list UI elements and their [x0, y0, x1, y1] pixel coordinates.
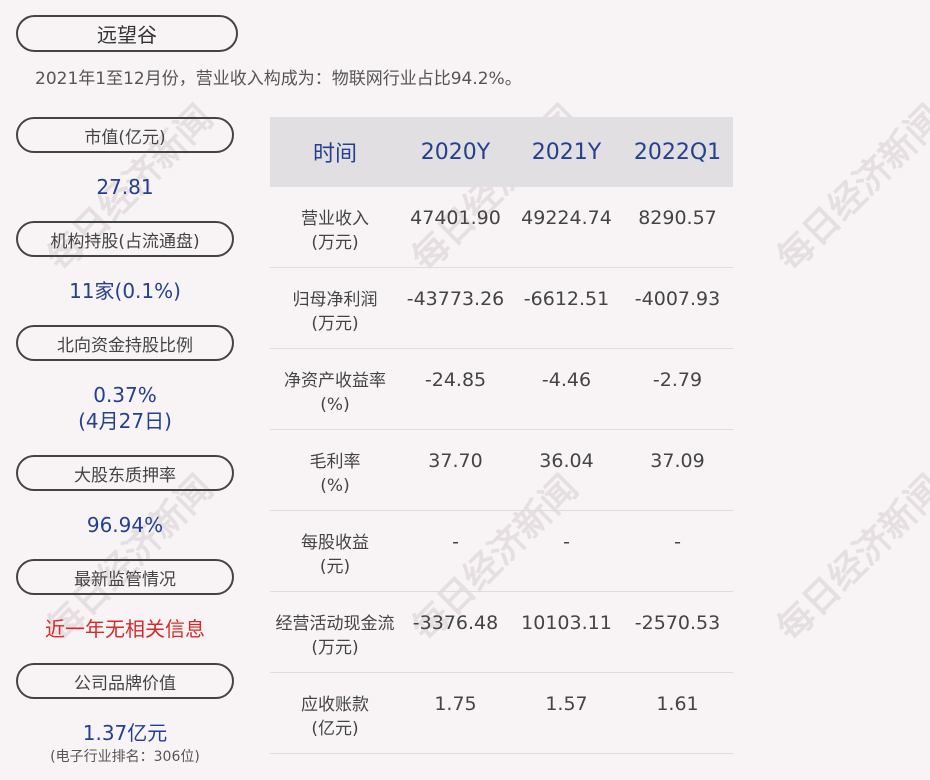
table-row: 每股收益 (元) - - - — [270, 511, 733, 592]
market-cap-value: 27.81 — [96, 175, 154, 199]
cell-value: - — [563, 531, 570, 553]
brand-label: 公司品牌价值 — [16, 663, 234, 699]
cell-value: 8290.57 — [638, 207, 717, 229]
row-label: 营业收入 (万元) — [301, 209, 369, 253]
brand-value: 1.37亿元 — [82, 721, 168, 745]
northbound-value: 0.37% — [93, 383, 157, 407]
cell-value: -6612.51 — [523, 288, 610, 310]
cell-value: 36.04 — [539, 450, 594, 472]
pledge-value: 96.94% — [86, 513, 164, 537]
cell-value: 1.75 — [434, 693, 477, 715]
cell-value: -4007.93 — [634, 288, 721, 310]
row-label: 每股收益 (元) — [301, 533, 369, 577]
institution-value: 11家(0.1%) — [69, 279, 181, 303]
header-2020: 2020Y — [420, 139, 491, 165]
table-row: 归母净利润 (万元) -43773.26 -6612.51 -4007.93 — [270, 268, 733, 349]
regulation-value: 近一年无相关信息 — [45, 617, 205, 641]
cell-value: 10103.11 — [521, 612, 612, 634]
row-label: 应收账款 (亿元) — [301, 695, 369, 739]
cell-value: 37.70 — [428, 450, 483, 472]
company-name: 远望谷 — [16, 15, 238, 52]
table-row: 营业收入 (万元) 47401.90 49224.74 8290.57 — [270, 187, 733, 268]
financial-table: 时间 2020Y 2021Y 2022Q1 营业收入 (万元) 47401.90 … — [270, 117, 733, 754]
table-row: 净资产收益率 (%) -24.85 -4.46 -2.79 — [270, 349, 733, 430]
brand-rank-note: (电子行业排名：306位) — [50, 749, 200, 765]
market-cap-label: 市值(亿元) — [16, 117, 234, 153]
header-time: 时间 — [312, 142, 357, 167]
table-row: 应收账款 (亿元) 1.75 1.57 1.61 — [270, 673, 733, 754]
cell-value: 47401.90 — [410, 207, 501, 229]
watermark: 每日经济新闻 — [769, 467, 930, 650]
cell-value: -24.85 — [424, 369, 487, 391]
cell-value: -4.46 — [541, 369, 592, 391]
cell-value: - — [674, 531, 681, 553]
northbound-label: 北向资金持股比例 — [16, 325, 234, 361]
cell-value: - — [452, 531, 459, 553]
cell-value: 1.61 — [656, 693, 699, 715]
table-header: 时间 2020Y 2021Y 2022Q1 — [270, 117, 733, 187]
row-label: 净资产收益率 (%) — [284, 371, 386, 415]
cell-value: 37.09 — [650, 450, 705, 472]
row-label: 经营活动现金流 (万元) — [275, 614, 395, 658]
institution-label: 机构持股(占流通盘) — [16, 221, 234, 257]
pledge-label: 大股东质押率 — [16, 455, 234, 491]
cell-value: 49224.74 — [521, 207, 612, 229]
header-2022q1: 2022Q1 — [633, 139, 722, 165]
revenue-composition: 2021年1至12月份，营业收入构成为：物联网行业占比94.2%。 — [35, 69, 522, 89]
table-row: 毛利率 (%) 37.70 36.04 37.09 — [270, 430, 733, 511]
cell-value: -2570.53 — [634, 612, 721, 634]
row-label: 归母净利润 (万元) — [292, 290, 378, 334]
cell-value: -2.79 — [652, 369, 703, 391]
cell-value: -43773.26 — [406, 288, 505, 310]
cell-value: 1.57 — [545, 693, 588, 715]
header-2021: 2021Y — [531, 139, 602, 165]
table-row: 经营活动现金流 (万元) -3376.48 10103.11 -2570.53 — [270, 592, 733, 673]
cell-value: -3376.48 — [412, 612, 499, 634]
watermark: 每日经济新闻 — [769, 97, 930, 280]
northbound-date: (4月27日) — [78, 409, 172, 433]
regulation-label: 最新监管情况 — [16, 559, 234, 595]
row-label: 毛利率 (%) — [309, 452, 361, 496]
